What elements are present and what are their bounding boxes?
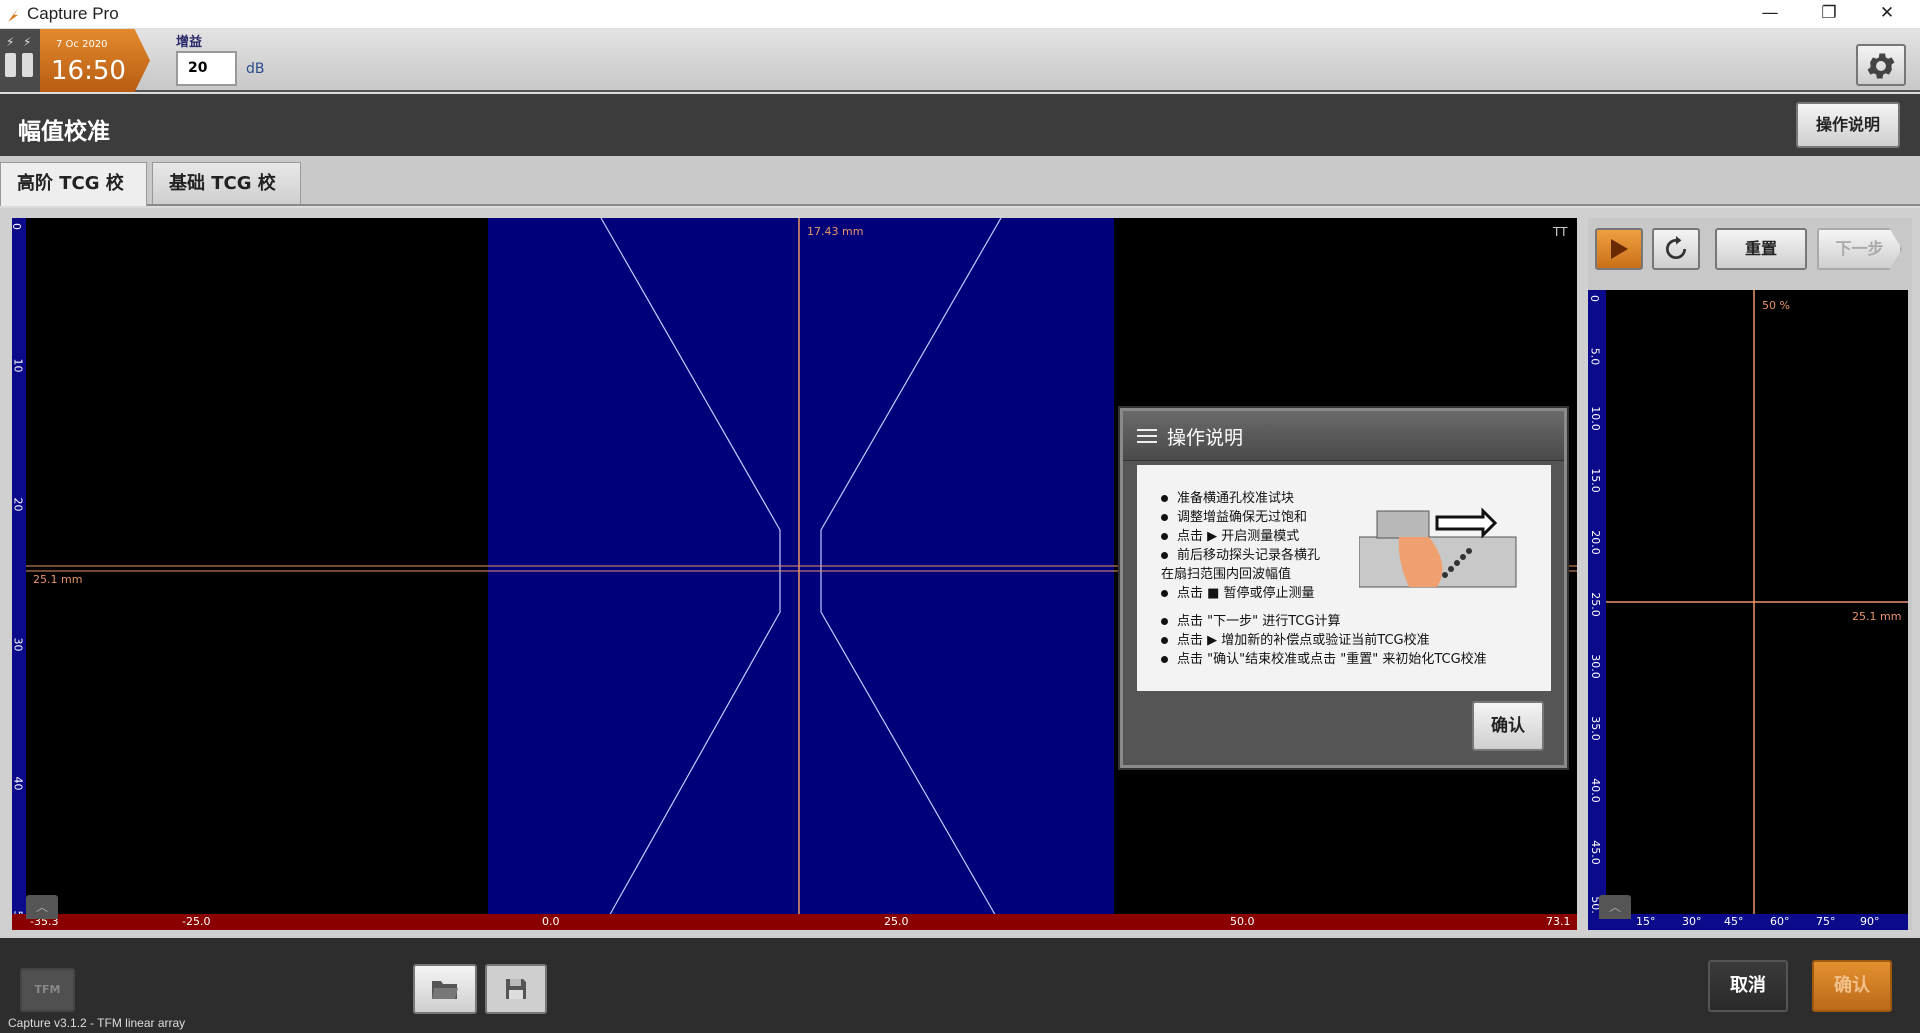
axis-tick: 10 [11,358,25,373]
tfm-button[interactable]: TFM [20,968,75,1012]
axis-tick: 25.0 [1588,592,1602,617]
collapse-icon[interactable]: ︿ [1599,895,1631,919]
dialog-body: 准备横通孔校准试块 调整增益确保无过饱和 点击 ▶ 开启测量模式 前后移动探头记… [1137,465,1551,691]
axis-tick: 30 [11,637,25,652]
play-button[interactable] [1595,228,1643,270]
tab-advanced-tcg[interactable]: 高阶 TCG 校准 [0,162,147,236]
charge-icon: ⚡ [6,35,15,49]
instruction-item: 调整增益确保无过饱和 [1161,506,1307,525]
axis-tick: 20 [11,497,25,512]
bottom-toolbar: TFM 取消 确认 Capture v3.1.2 - TFM linear ar… [0,938,1920,1033]
reset-button[interactable]: 重置 [1715,228,1807,270]
help-button[interactable]: 操作说明 [1796,102,1900,148]
dialog-confirm-button[interactable]: 确认 [1472,701,1544,751]
dialog-title: 操作说明 [1167,427,1244,449]
axis-tick: 35.0 [1588,716,1602,741]
axis-tick: 15° [1636,915,1656,928]
instruction-item: 点击 ▶ 开启测量模式 [1161,525,1299,544]
position-axis: -35.3 -25.0 0.0 25.0 50.0 73.1 [12,914,1577,930]
axis-tick: 73.1 [1546,915,1571,928]
angle-axis: 15° 30° 45° 60° 75° 90° [1588,914,1908,930]
app-logo-icon [6,6,20,24]
instruction-item: 前后移动探头记录各横孔 [1161,544,1320,563]
gear-icon [1867,53,1895,79]
instruction-item: 点击 "确认"结束校准或点击 "重置" 来初始化TCG校准 [1161,648,1487,667]
instruction-item: 在扇扫范围内回波幅值 [1161,567,1292,582]
settings-button[interactable] [1856,44,1906,86]
axis-tick: 0.0 [542,915,560,928]
mode-label: TT [1553,225,1568,239]
gain-unit: dB [246,61,265,77]
version-text: Capture v3.1.2 - TFM linear array [8,1016,186,1030]
status-bar [0,29,1920,92]
axis-tick: 45.0 [1588,840,1602,865]
instruction-item: 点击 ▶ 增加新的补偿点或验证当前TCG校准 [1161,629,1430,648]
maximize-button[interactable]: ❐ [1800,0,1858,29]
save-icon [506,979,526,999]
battery-indicator: ⚡ ⚡ [0,29,40,92]
datetime-block: 7 Oc 2020 16:50 [40,29,150,92]
instruction-item: 点击 ■ 暂停或停止测量 [1161,582,1315,601]
next-button[interactable]: 下一步 [1817,228,1902,270]
amplitude-label: 50 % [1762,299,1790,312]
instruction-dialog: 操作说明 准备横通孔校准试块 调整增益确保无过饱和 点击 ▶ 开启测量模式 前后… [1120,408,1567,768]
axis-tick: 20.0 [1588,530,1602,555]
axis-tick: 40 [11,776,25,791]
axis-tick: 25.0 [884,915,909,928]
dialog-header: 操作说明 [1123,411,1564,461]
minimize-button[interactable]: — [1741,0,1799,29]
cursor-x-label: 17.43 mm [807,225,864,238]
play-icon [1611,239,1628,259]
tab-bar: 高阶 TCG 校准 基础 TCG 校准 [0,156,1920,236]
confirm-button[interactable]: 确认 [1812,960,1892,1012]
instruction-item: 准备横通孔校准试块 [1161,487,1294,506]
axis-tick: 0 [1588,295,1601,302]
cancel-button[interactable]: 取消 [1708,960,1788,1012]
depth-axis: 0 10 20 30 40 50 [10,218,26,930]
close-button[interactable]: ✕ [1858,0,1916,29]
ascan-depth-axis: 0 5.0 10.0 15.0 20.0 25.0 30.0 35.0 40.0… [1588,290,1606,930]
page-title: 幅值校准 [18,119,110,145]
axis-tick: 75° [1816,915,1836,928]
open-file-button[interactable] [413,964,477,1014]
cursor-y-label: 25.1 mm [33,573,83,586]
depth-label: 25.1 mm [1852,610,1902,623]
axis-tick: 90° [1860,915,1880,928]
time-text: 16:50 [51,56,126,86]
restart-button[interactable] [1652,228,1700,270]
window-title: Capture Pro [27,4,119,23]
instruction-item: 点击 "下一步" 进行TCG计算 [1161,610,1341,629]
app-window: Capture Pro — ❐ ✕ ⚡ ⚡ 7 Oc 2020 16:50 增益… [0,0,1920,1033]
battery-icon [5,53,16,77]
axis-tick: -25.0 [182,915,211,928]
save-button[interactable] [485,964,547,1014]
axis-tick: 5.0 [1588,347,1602,366]
gain-label: 增益 [176,35,203,50]
charge-icon: ⚡ [23,35,32,49]
refresh-icon [1666,236,1687,259]
collapse-icon[interactable]: ︿ [26,895,58,919]
title-bar: Capture Pro — ❐ ✕ [0,0,1920,29]
axis-tick: 60° [1770,915,1790,928]
page-header: 幅值校准 操作说明 [0,94,1920,156]
axis-tick: 0 [10,223,23,230]
folder-icon [432,981,458,999]
date-text: 7 Oc 2020 [56,39,108,50]
gain-input[interactable]: 20 [176,51,237,86]
axis-tick: 45° [1724,915,1744,928]
axis-tick: 30° [1682,915,1702,928]
axis-tick: 15.0 [1588,468,1602,493]
battery-icon [22,53,33,77]
axis-tick: 50.0 [1230,915,1255,928]
ascan-view[interactable]: 50 % 25.1 mm [1588,290,1908,930]
calibration-block-illustration [1359,507,1517,588]
axis-tick: 10.0 [1588,406,1602,431]
menu-icon [1137,429,1157,443]
axis-tick: 40.0 [1588,778,1602,803]
axis-tick: 30.0 [1588,654,1602,679]
tab-basic-tcg[interactable]: 基础 TCG 校准 [152,162,301,236]
